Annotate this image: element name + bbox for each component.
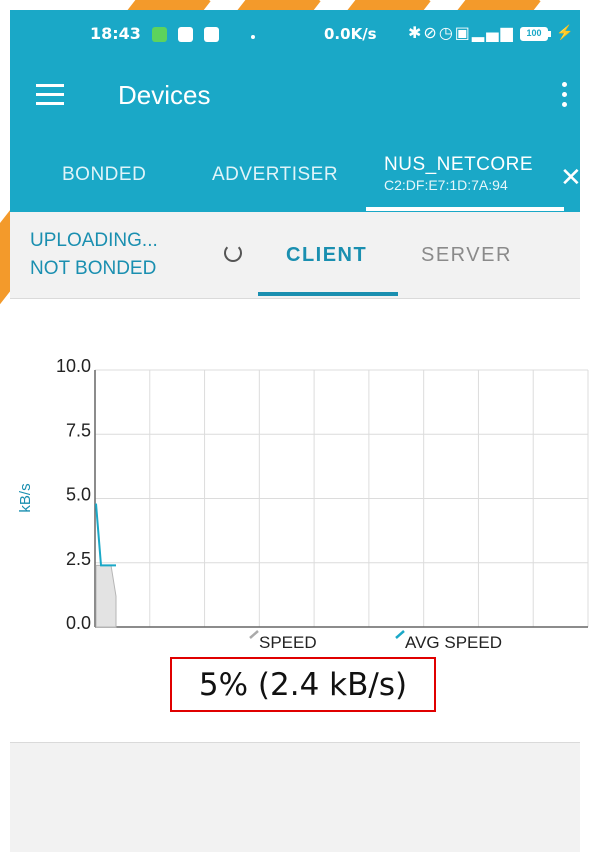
battery-icon: 100 <box>520 27 548 41</box>
legend-label: SPEED <box>259 633 317 652</box>
upload-status: UPLOADING... <box>30 230 158 251</box>
tab-server[interactable]: SERVER <box>421 244 512 267</box>
progress-text: 5% (2.4 kB/s) <box>198 667 408 703</box>
tab-client[interactable]: CLIENT <box>286 244 367 267</box>
mute-icon: ⊘ <box>423 23 439 42</box>
tab-advertiser[interactable]: ADVERTISER <box>212 164 338 186</box>
status-bar: 18:43 0.0K/s ✱⊘◷▣▂▄▆ 100 ⚡ <box>10 10 580 60</box>
y-tick-label: 5.0 <box>66 485 91 505</box>
speed-series-area <box>95 564 117 628</box>
4g-signal-icon: ▂▄▆ <box>471 23 515 42</box>
tab-indicator <box>366 207 564 211</box>
status-time: 18:43 <box>90 24 141 43</box>
legend-marker <box>249 630 259 639</box>
app-bar: Devices <box>10 60 580 132</box>
subtab-indicator <box>258 292 398 296</box>
progress-highlight: 5% (2.4 kB/s) <box>170 657 436 712</box>
legend-label: AVG SPEED <box>405 633 502 652</box>
tab-device-address: C2:DF:E7:1D:7A:94 <box>384 177 508 193</box>
close-icon[interactable]: ✕ <box>560 162 582 193</box>
y-tick-label: 7.5 <box>66 420 91 440</box>
tab-device[interactable]: NUS_NETCORE C2:DF:E7:1D:7A:94 <box>384 154 533 193</box>
y-tick-label: 2.5 <box>66 549 91 569</box>
tab-bonded[interactable]: BONDED <box>62 164 146 186</box>
refresh-icon[interactable] <box>224 244 242 262</box>
page-title: Devices <box>118 80 211 110</box>
bond-status: NOT BONDED <box>30 258 157 279</box>
status-icons: ✱⊘◷▣▂▄▆ <box>408 23 515 42</box>
hamburger-menu-icon[interactable] <box>36 84 64 106</box>
charging-icon: ⚡ <box>556 24 574 40</box>
bluetooth-icon: ✱ <box>408 23 424 42</box>
chat-notification-icon <box>178 27 193 42</box>
hd-icon: ▣ <box>454 23 472 42</box>
y-tick-label: 0.0 <box>66 613 91 633</box>
legend-marker <box>395 630 405 639</box>
location-notification-icon <box>204 27 219 42</box>
battery-level: 100 <box>526 28 542 38</box>
tab-device-name: NUS_NETCORE <box>384 154 534 175</box>
network-speed: 0.0K/s <box>324 25 377 43</box>
chart-svg: 10.0 7.5 5.0 2.5 0.0 kB/s SPEED AVG SPEED <box>17 356 589 652</box>
y-tick-label: 10.0 <box>56 356 91 376</box>
more-notifications-icon <box>251 35 255 39</box>
overflow-menu-icon[interactable] <box>562 82 568 110</box>
device-tab-bar: BONDED ADVERTISER NUS_NETCORE C2:DF:E7:1… <box>10 132 582 212</box>
bottom-panel <box>10 742 580 852</box>
battery-tip <box>548 31 551 37</box>
app-notification-icon <box>152 27 167 42</box>
speed-chart: 10.0 7.5 5.0 2.5 0.0 kB/s SPEED AVG SPEED <box>0 340 590 660</box>
connection-bar: UPLOADING... NOT BONDED CLIENT SERVER <box>10 212 580 299</box>
alarm-icon: ◷ <box>438 23 455 42</box>
y-axis-label: kB/s <box>17 483 34 512</box>
avg-speed-series-line <box>95 503 116 567</box>
